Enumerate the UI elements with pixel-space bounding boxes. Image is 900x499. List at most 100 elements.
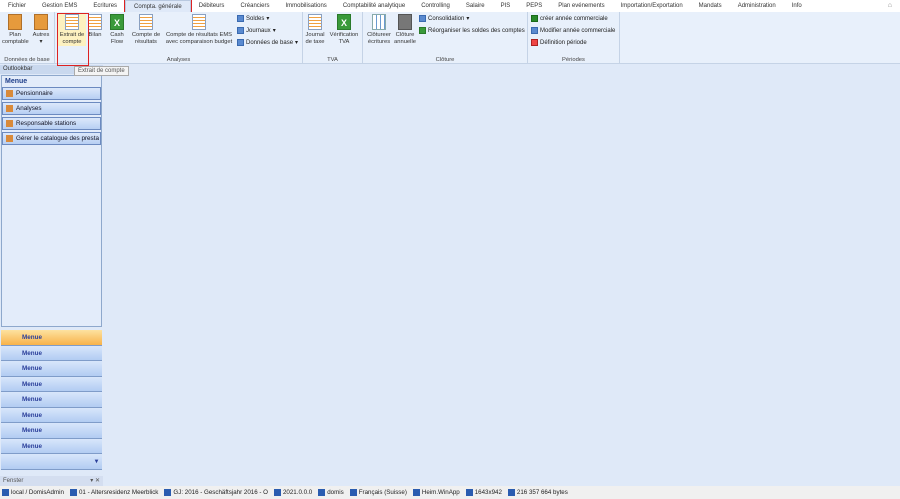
label: créer année commerciale (540, 15, 608, 22)
status-text: Heim.WinApp (421, 489, 460, 496)
tab-2[interactable]: Ecritures (85, 0, 125, 12)
soldes-dropdown[interactable]: Soldes ▾ (237, 15, 269, 22)
consolidation-dropdown[interactable]: Consolidation ▾ (419, 15, 469, 22)
add-icon (531, 15, 538, 22)
menu-button[interactable]: Menue (1, 423, 102, 439)
data-icon (237, 39, 244, 46)
status-item: 1643x942 (465, 489, 502, 496)
tab-10[interactable]: PIS (493, 0, 519, 12)
sidebar-item[interactable]: Analyses (2, 102, 101, 115)
tab-14[interactable]: Mandats (691, 0, 730, 12)
autres-button[interactable]: Autres ▾ (30, 14, 52, 46)
status-icon (349, 489, 357, 496)
label: Définition période (540, 39, 587, 46)
cloture-annuelle-button[interactable]: Clôture annuelle (393, 14, 417, 46)
status-bar: local / DomisAdmin 01 - Altersresidenz Me… (0, 486, 900, 499)
menu-button[interactable]: Menue (1, 361, 102, 377)
tab-11[interactable]: PEPS (518, 0, 550, 12)
status-item: Heim.WinApp (412, 489, 460, 496)
label: Clôtureer écritures (367, 32, 391, 45)
menu-buttons: Menue Menue Menue Menue Menue Menue Menue Menue… (1, 330, 102, 470)
sidebar-item-label: Analyses (16, 105, 42, 112)
tab-1[interactable]: Gestion EMS (34, 0, 85, 12)
tab-9[interactable]: Salaire (458, 0, 493, 12)
tab-16[interactable]: Info (784, 0, 810, 12)
safe-icon (398, 14, 412, 30)
soldes-icon (237, 15, 244, 22)
status-icon (69, 489, 77, 496)
tab-4[interactable]: Débiteurs (191, 0, 233, 12)
tab-13[interactable]: Importation/Exportation (613, 0, 691, 12)
verification-tva-button[interactable]: X Vérification TVA (327, 14, 361, 46)
menu-title: Menue (5, 78, 28, 85)
menu-panel: Menue Pensionnaire Analyses Responsable st… (1, 75, 102, 327)
menu-button[interactable]: Menue (1, 407, 102, 423)
highlight-box (57, 13, 89, 66)
sidebar-item-label: Responsable stations (16, 120, 77, 127)
tab-8[interactable]: Controlling (413, 0, 458, 12)
journaux-icon (237, 27, 244, 34)
tab-3[interactable]: Compta. générale (124, 0, 192, 13)
sidebar-item[interactable]: Gérer le catalogue des presta (2, 132, 101, 145)
menu-button[interactable]: Menue (1, 392, 102, 408)
menu-button[interactable]: Menue (1, 438, 102, 454)
status-item: Français (Suisse) (349, 489, 407, 496)
tooltip: Extrait de compte (74, 66, 129, 76)
tab-12[interactable]: Plan evénements (550, 0, 612, 12)
compte-resultats-ems-button[interactable]: Compte de résultats EMS avec comparaison… (163, 14, 235, 46)
cloturer-ecritures-button[interactable]: Clôtureer écritures (365, 14, 393, 46)
reorganiser-button[interactable]: Réorganiser les soldes des comptes (419, 27, 525, 34)
creer-annee-button[interactable]: créer année commerciale (531, 15, 608, 22)
status-item: 2021.0.0.0 (273, 489, 312, 496)
plan-comptable-button[interactable]: Plan comptable (2, 14, 29, 46)
close-icon[interactable]: ▾ ✕ (90, 476, 103, 486)
tab-6[interactable]: Immobilisations (277, 0, 334, 12)
group-label: TVA (327, 57, 338, 63)
folder-icon (8, 14, 22, 30)
item-icon (6, 120, 13, 127)
definition-periode-button[interactable]: Définition période (531, 39, 587, 46)
label: Fenster (3, 478, 24, 484)
label: Réorganiser les soldes des comptes (428, 27, 525, 34)
tab-7[interactable]: Comptabilité analytique (335, 0, 413, 12)
document-icon (308, 14, 322, 30)
donnees-de-base-dropdown[interactable]: Données de base ▾ (237, 39, 298, 46)
group-label: Données de base (4, 57, 50, 63)
status-icon (164, 489, 172, 496)
menu-button[interactable]: Menue (1, 345, 102, 361)
label: Soldes (246, 15, 265, 22)
minimize-ribbon-icon[interactable]: ⌂ (888, 2, 892, 9)
label: Journaux (246, 27, 271, 34)
menu-button[interactable]: Menue (1, 330, 102, 346)
journal-de-taxe-button[interactable]: Journal de taxe (304, 14, 326, 46)
sidebar-item[interactable]: Responsable stations (2, 117, 101, 130)
sidebar-item[interactable]: Pensionnaire (2, 87, 101, 100)
status-icon (465, 489, 473, 496)
compte-de-resultats-button[interactable]: Compte de résultats (130, 14, 162, 46)
excel-icon: X (110, 14, 124, 30)
consolidation-icon (419, 15, 426, 22)
status-icon (273, 489, 281, 496)
label: Compte de résultats (131, 32, 161, 45)
status-text: 216 357 664 bytes (516, 489, 568, 496)
status-text: 01 - Altersresidenz Meerblick (78, 489, 159, 496)
overflow-button[interactable]: ▾ (1, 454, 102, 470)
tab-15[interactable]: Administration (730, 0, 784, 12)
modifier-annee-button[interactable]: Modifier année commerciale (531, 27, 615, 34)
status-icon (507, 489, 515, 496)
edit-icon (531, 27, 538, 34)
cash-flow-button[interactable]: X Cash Flow (107, 14, 127, 46)
group-label: Analyses (166, 57, 191, 63)
status-item: local / DomisAdmin (2, 489, 64, 496)
status-icon (2, 489, 9, 496)
menu-tabs: Fichier Gestion EMS Ecritures Compta. génér… (0, 0, 900, 13)
group-tva: Journal de taxe X Vérification TVA TVA (303, 12, 363, 64)
journaux-dropdown[interactable]: Journaux ▾ (237, 27, 276, 34)
tab-5[interactable]: Créanciers (232, 0, 277, 12)
group-cloture: Clôtureer écritures Clôture annuelle Con… (363, 12, 528, 64)
sidebar-item-label: Pensionnaire (16, 90, 53, 97)
status-text: 1643x942 (474, 489, 502, 496)
menu-button[interactable]: Menue (1, 376, 102, 392)
tab-0[interactable]: Fichier (0, 0, 34, 12)
document-icon (88, 14, 102, 30)
